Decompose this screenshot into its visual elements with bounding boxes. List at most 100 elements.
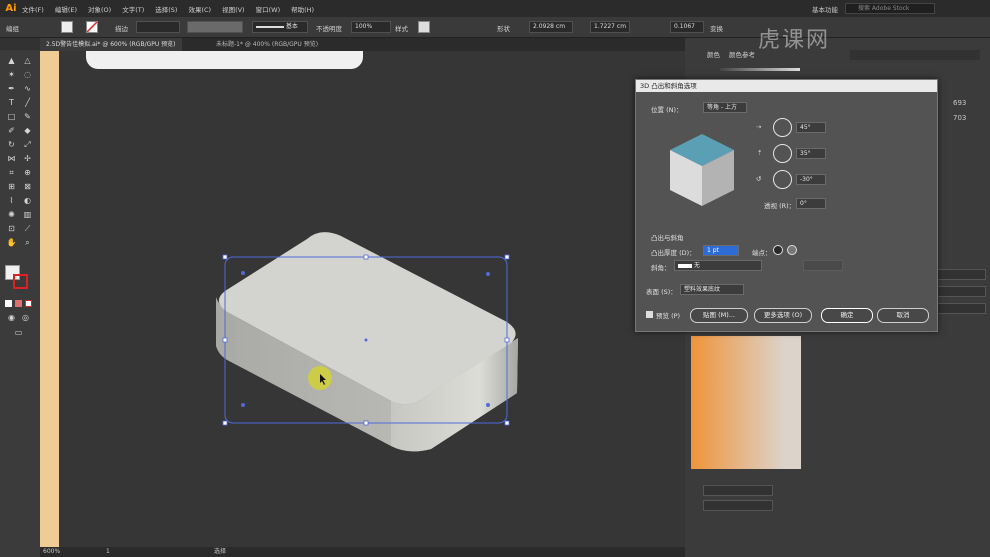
menu-select[interactable]: 选择(S) <box>155 4 177 14</box>
properties-header <box>850 50 980 60</box>
style-label: 样式 <box>395 25 408 33</box>
brush-definition[interactable]: 基本 <box>252 21 308 33</box>
draw-mode-icon[interactable]: ◉ <box>6 312 17 323</box>
stroke-weight-field[interactable] <box>136 21 180 33</box>
scale-tool-icon[interactable]: ⤢ <box>22 139 33 150</box>
status-bar: 600% 1 选择 <box>40 547 685 557</box>
screen-mode-icon[interactable]: ▭ <box>13 327 24 338</box>
menu-help[interactable]: 帮助(H) <box>291 4 314 14</box>
blend-tool-icon[interactable]: ◐ <box>22 195 33 206</box>
lasso-icon[interactable]: ◌ <box>22 69 33 80</box>
curvature-icon[interactable]: ∿ <box>22 83 33 94</box>
shaper-tool-icon[interactable]: ✐ <box>6 125 17 136</box>
menu-edit[interactable]: 编辑(E) <box>55 4 77 14</box>
shape-builder-icon[interactable]: ⊕ <box>22 167 33 178</box>
stock-search-input[interactable]: 搜索 Adobe Stock <box>845 3 935 14</box>
position-select[interactable]: 等角 - 上方 <box>703 102 747 113</box>
height-field[interactable]: 703 <box>953 114 966 122</box>
variable-width-profile[interactable] <box>187 21 243 33</box>
graphic-style-swatch[interactable] <box>418 21 430 33</box>
tab-color-guide[interactable]: 颜色参考 <box>729 49 755 59</box>
workspace-switcher[interactable]: 基本功能 <box>812 4 838 14</box>
fill-swatch[interactable] <box>61 21 73 33</box>
tab-document-2[interactable]: 未标题-1* @ 400% (RGB/GPU 预览) <box>210 38 324 51</box>
magic-wand-icon[interactable]: ✶ <box>6 69 17 80</box>
more-options-button[interactable]: 更多选项 (O) <box>754 308 812 323</box>
menu-bar: Ai 文件(F) 编辑(E) 对象(O) 文字(T) 选择(S) 效果(C) 视… <box>0 0 990 17</box>
bevel-select[interactable]: 无 <box>674 260 762 271</box>
menu-window[interactable]: 窗口(W) <box>256 4 281 14</box>
slice-tool-icon[interactable]: ⟋ <box>22 223 33 234</box>
zoom-level[interactable]: 600% <box>43 547 60 557</box>
gradient-preview[interactable] <box>691 336 801 469</box>
preview-checkbox[interactable] <box>646 311 653 318</box>
perspective-field[interactable]: 0° <box>796 198 826 209</box>
line-tool-icon[interactable]: ╱ <box>22 97 33 108</box>
cap-off-icon[interactable] <box>787 245 797 255</box>
hand-tool-icon[interactable]: ✋ <box>6 237 17 248</box>
free-transform-icon[interactable]: ⌗ <box>6 167 17 178</box>
menu-type[interactable]: 文字(T) <box>122 4 144 14</box>
3d-extrude-dialog: 3D 凸出和斜角选项 位置 (N)： 等角 - 上方 ⇢ 45° ⇡ 35° ↺… <box>635 79 938 332</box>
none-mode-icon[interactable] <box>25 300 32 307</box>
control-bar: 编组 描边 基本 不透明度 100% 样式 形状 2.0928 cm 1.722… <box>0 17 990 38</box>
artboard-number[interactable]: 1 <box>106 547 110 557</box>
corner-radius-field[interactable]: 0.1067 <box>670 21 704 33</box>
x-field[interactable]: 2.0928 cm <box>529 21 573 33</box>
tab-document-1[interactable]: 2.5D警告佳模拟.ai* @ 600% (RGB/GPU 预览) <box>40 38 182 51</box>
rotate-y-field[interactable]: 35° <box>796 148 826 159</box>
opacity-field[interactable]: 100% <box>351 21 391 33</box>
gradient-mode-icon[interactable] <box>15 300 22 307</box>
perspective-grid-icon[interactable]: ⊞ <box>6 181 17 192</box>
selection-tool-icon[interactable]: ▲ <box>6 55 17 66</box>
panel-button-2[interactable] <box>931 286 986 297</box>
rotation-cube-preview[interactable] <box>664 128 740 212</box>
eraser-icon[interactable]: ◆ <box>22 125 33 136</box>
canvas-artwork[interactable] <box>59 51 685 547</box>
rotate-x-dial[interactable] <box>773 118 792 137</box>
rotate-tool-icon[interactable]: ↻ <box>6 139 17 150</box>
mesh-tool-icon[interactable]: ⊠ <box>22 181 33 192</box>
menu-file[interactable]: 文件(F) <box>22 4 44 14</box>
width-field[interactable]: 693 <box>953 99 966 107</box>
menu-view[interactable]: 视图(V) <box>222 4 245 14</box>
symbol-sprayer-icon[interactable]: ✺ <box>6 209 17 220</box>
pen-tool-icon[interactable]: ✒ <box>6 83 17 94</box>
map-button[interactable]: 贴图 (M)... <box>690 308 748 323</box>
rotate-y-dial[interactable] <box>773 144 792 163</box>
tab-color[interactable]: 颜色 <box>707 49 720 59</box>
rectangle-tool-icon[interactable]: □ <box>6 111 17 122</box>
current-tool-status: 选择 <box>214 548 227 555</box>
color-slider[interactable] <box>720 68 800 71</box>
ok-button[interactable]: 确定 <box>821 308 873 323</box>
y-field[interactable]: 1.7227 cm <box>590 21 630 33</box>
panel-button-1[interactable] <box>931 269 986 280</box>
surface-select[interactable]: 塑料效果底纹 <box>680 284 744 295</box>
extrude-depth-field[interactable]: 1 pt <box>703 245 739 256</box>
menu-effect[interactable]: 效果(C) <box>188 4 211 14</box>
panel-field-1[interactable] <box>703 485 773 496</box>
rotate-z-dial[interactable] <box>773 170 792 189</box>
draw-behind-icon[interactable]: ◎ <box>20 312 31 323</box>
paintbrush-icon[interactable]: ✎ <box>22 111 33 122</box>
color-mode-icon[interactable] <box>5 300 12 307</box>
cap-on-icon[interactable] <box>773 245 783 255</box>
transform-label[interactable]: 变换 <box>710 23 723 33</box>
zoom-tool-icon[interactable]: ⌕ <box>22 237 33 248</box>
artboard-tool-icon[interactable]: ⊡ <box>6 223 17 234</box>
extruded-box[interactable] <box>216 232 518 452</box>
cancel-button[interactable]: 取消 <box>877 308 929 323</box>
stroke-swatch[interactable] <box>86 21 98 33</box>
direct-selection-icon[interactable]: △ <box>22 55 33 66</box>
panel-button-3[interactable] <box>931 303 986 314</box>
panel-field-2[interactable] <box>703 500 773 511</box>
puppet-warp-icon[interactable]: ✢ <box>22 153 33 164</box>
type-tool-icon[interactable]: T <box>6 97 17 108</box>
width-tool-icon[interactable]: ⋈ <box>6 153 17 164</box>
eyedropper-icon[interactable]: ⌇ <box>6 195 17 206</box>
stroke-color-swatch[interactable] <box>13 274 28 289</box>
menu-object[interactable]: 对象(O) <box>88 4 111 14</box>
rotate-x-field[interactable]: 45° <box>796 122 826 133</box>
graph-tool-icon[interactable]: ▥ <box>22 209 33 220</box>
rotate-z-field[interactable]: -30° <box>796 174 826 185</box>
